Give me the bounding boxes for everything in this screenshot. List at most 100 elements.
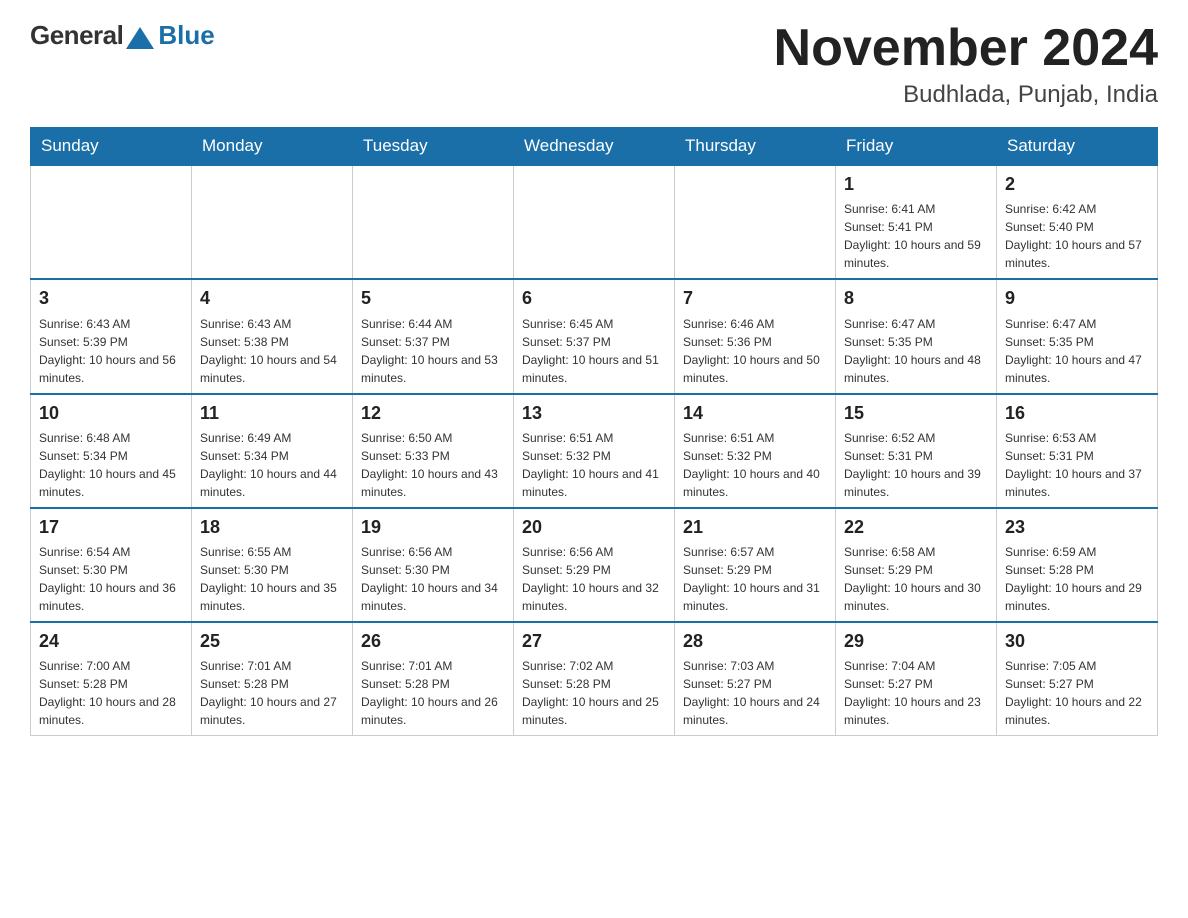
day-info: Sunrise: 6:51 AM Sunset: 5:32 PM Dayligh… xyxy=(683,429,827,501)
calendar-day-cell: 3 Sunrise: 6:43 AM Sunset: 5:39 PM Daylig… xyxy=(31,279,192,393)
day-number: 12 xyxy=(361,401,505,426)
calendar-table: SundayMondayTuesdayWednesdayThursdayFrid… xyxy=(30,127,1158,736)
day-number: 8 xyxy=(844,286,988,311)
calendar-day-cell: 27 Sunrise: 7:02 AM Sunset: 5:28 PM Dayli… xyxy=(514,622,675,736)
calendar-day-cell: 8 Sunrise: 6:47 AM Sunset: 5:35 PM Daylig… xyxy=(836,279,997,393)
calendar-day-header: Friday xyxy=(836,128,997,166)
calendar-day-cell: 20Sunrise: 6:56 AM Sunset: 5:29 PM Dayli… xyxy=(514,508,675,622)
calendar-day-cell xyxy=(514,165,675,279)
calendar-day-cell: 16 Sunrise: 6:53 AM Sunset: 5:31 PM Dayli… xyxy=(997,394,1158,508)
day-number: 4 xyxy=(200,286,344,311)
calendar-header-row: SundayMondayTuesdayWednesdayThursdayFrid… xyxy=(31,128,1158,166)
day-number: 7 xyxy=(683,286,827,311)
calendar-day-header: Saturday xyxy=(997,128,1158,166)
calendar-day-cell: 11 Sunrise: 6:49 AM Sunset: 5:34 PM Dayli… xyxy=(192,394,353,508)
calendar-day-cell: 25Sunrise: 7:01 AM Sunset: 5:28 PM Dayli… xyxy=(192,622,353,736)
calendar-day-cell: 6Sunrise: 6:45 AM Sunset: 5:37 PM Daylig… xyxy=(514,279,675,393)
day-info: Sunrise: 6:51 AM Sunset: 5:32 PM Dayligh… xyxy=(522,429,666,501)
calendar-day-cell: 9 Sunrise: 6:47 AM Sunset: 5:35 PM Daylig… xyxy=(997,279,1158,393)
day-number: 27 xyxy=(522,629,666,654)
day-number: 22 xyxy=(844,515,988,540)
day-number: 30 xyxy=(1005,629,1149,654)
logo-triangle-icon xyxy=(126,27,154,49)
logo: General Blue xyxy=(30,20,215,51)
calendar-day-cell: 12 Sunrise: 6:50 AM Sunset: 5:33 PM Dayli… xyxy=(353,394,514,508)
day-number: 29 xyxy=(844,629,988,654)
title-area: November 2024 Budhlada, Punjab, India xyxy=(774,20,1158,109)
day-info: Sunrise: 6:42 AM Sunset: 5:40 PM Dayligh… xyxy=(1005,200,1149,272)
day-info: Sunrise: 7:01 AM Sunset: 5:28 PM Dayligh… xyxy=(361,657,505,729)
calendar-day-cell: 7 Sunrise: 6:46 AM Sunset: 5:36 PM Daylig… xyxy=(675,279,836,393)
day-number: 25 xyxy=(200,629,344,654)
day-number: 17 xyxy=(39,515,183,540)
day-number: 5 xyxy=(361,286,505,311)
day-info: Sunrise: 6:58 AM Sunset: 5:29 PM Dayligh… xyxy=(844,543,988,615)
calendar-day-cell: 1Sunrise: 6:41 AM Sunset: 5:41 PM Daylig… xyxy=(836,165,997,279)
day-info: Sunrise: 6:47 AM Sunset: 5:35 PM Dayligh… xyxy=(844,315,988,387)
day-info: Sunrise: 6:53 AM Sunset: 5:31 PM Dayligh… xyxy=(1005,429,1149,501)
day-info: Sunrise: 7:02 AM Sunset: 5:28 PM Dayligh… xyxy=(522,657,666,729)
day-info: Sunrise: 6:43 AM Sunset: 5:39 PM Dayligh… xyxy=(39,315,183,387)
calendar-day-cell: 22 Sunrise: 6:58 AM Sunset: 5:29 PM Dayli… xyxy=(836,508,997,622)
day-info: Sunrise: 6:54 AM Sunset: 5:30 PM Dayligh… xyxy=(39,543,183,615)
day-info: Sunrise: 6:55 AM Sunset: 5:30 PM Dayligh… xyxy=(200,543,344,615)
day-info: Sunrise: 6:41 AM Sunset: 5:41 PM Dayligh… xyxy=(844,200,988,272)
day-number: 10 xyxy=(39,401,183,426)
calendar-day-cell: 24 Sunrise: 7:00 AM Sunset: 5:28 PM Dayli… xyxy=(31,622,192,736)
calendar-week-row: 10Sunrise: 6:48 AM Sunset: 5:34 PM Dayli… xyxy=(31,394,1158,508)
calendar-day-cell: 18 Sunrise: 6:55 AM Sunset: 5:30 PM Dayli… xyxy=(192,508,353,622)
calendar-day-header: Tuesday xyxy=(353,128,514,166)
day-number: 19 xyxy=(361,515,505,540)
calendar-day-cell: 17 Sunrise: 6:54 AM Sunset: 5:30 PM Dayli… xyxy=(31,508,192,622)
calendar-week-row: 3 Sunrise: 6:43 AM Sunset: 5:39 PM Daylig… xyxy=(31,279,1158,393)
day-info: Sunrise: 6:44 AM Sunset: 5:37 PM Dayligh… xyxy=(361,315,505,387)
calendar-day-cell: 28Sunrise: 7:03 AM Sunset: 5:27 PM Dayli… xyxy=(675,622,836,736)
page-header: General Blue November 2024 Budhlada, Pun… xyxy=(30,20,1158,109)
calendar-day-cell: 23 Sunrise: 6:59 AM Sunset: 5:28 PM Dayli… xyxy=(997,508,1158,622)
calendar-week-row: 17 Sunrise: 6:54 AM Sunset: 5:30 PM Dayli… xyxy=(31,508,1158,622)
day-info: Sunrise: 7:05 AM Sunset: 5:27 PM Dayligh… xyxy=(1005,657,1149,729)
day-info: Sunrise: 6:56 AM Sunset: 5:30 PM Dayligh… xyxy=(361,543,505,615)
day-info: Sunrise: 6:59 AM Sunset: 5:28 PM Dayligh… xyxy=(1005,543,1149,615)
day-number: 2 xyxy=(1005,172,1149,197)
logo-general-text: General xyxy=(30,20,123,51)
location-subtitle: Budhlada, Punjab, India xyxy=(774,81,1158,109)
day-number: 3 xyxy=(39,286,183,311)
calendar-day-cell: 30 Sunrise: 7:05 AM Sunset: 5:27 PM Dayli… xyxy=(997,622,1158,736)
day-info: Sunrise: 7:04 AM Sunset: 5:27 PM Dayligh… xyxy=(844,657,988,729)
calendar-day-cell: 29 Sunrise: 7:04 AM Sunset: 5:27 PM Dayli… xyxy=(836,622,997,736)
day-info: Sunrise: 7:00 AM Sunset: 5:28 PM Dayligh… xyxy=(39,657,183,729)
day-number: 24 xyxy=(39,629,183,654)
calendar-day-cell: 21Sunrise: 6:57 AM Sunset: 5:29 PM Dayli… xyxy=(675,508,836,622)
calendar-day-cell: 2 Sunrise: 6:42 AM Sunset: 5:40 PM Daylig… xyxy=(997,165,1158,279)
calendar-day-cell xyxy=(675,165,836,279)
day-number: 14 xyxy=(683,401,827,426)
calendar-day-cell: 19 Sunrise: 6:56 AM Sunset: 5:30 PM Dayli… xyxy=(353,508,514,622)
calendar-day-cell: 5 Sunrise: 6:44 AM Sunset: 5:37 PM Daylig… xyxy=(353,279,514,393)
calendar-day-cell: 10Sunrise: 6:48 AM Sunset: 5:34 PM Dayli… xyxy=(31,394,192,508)
day-info: Sunrise: 6:47 AM Sunset: 5:35 PM Dayligh… xyxy=(1005,315,1149,387)
calendar-day-cell: 4 Sunrise: 6:43 AM Sunset: 5:38 PM Daylig… xyxy=(192,279,353,393)
calendar-day-cell xyxy=(31,165,192,279)
day-number: 23 xyxy=(1005,515,1149,540)
day-number: 16 xyxy=(1005,401,1149,426)
day-number: 26 xyxy=(361,629,505,654)
calendar-day-header: Thursday xyxy=(675,128,836,166)
day-number: 20 xyxy=(522,515,666,540)
day-number: 11 xyxy=(200,401,344,426)
day-info: Sunrise: 6:45 AM Sunset: 5:37 PM Dayligh… xyxy=(522,315,666,387)
day-number: 9 xyxy=(1005,286,1149,311)
day-number: 15 xyxy=(844,401,988,426)
calendar-week-row: 24 Sunrise: 7:00 AM Sunset: 5:28 PM Dayli… xyxy=(31,622,1158,736)
calendar-day-header: Monday xyxy=(192,128,353,166)
day-info: Sunrise: 6:52 AM Sunset: 5:31 PM Dayligh… xyxy=(844,429,988,501)
day-number: 21 xyxy=(683,515,827,540)
calendar-day-header: Sunday xyxy=(31,128,192,166)
day-info: Sunrise: 7:03 AM Sunset: 5:27 PM Dayligh… xyxy=(683,657,827,729)
day-info: Sunrise: 6:50 AM Sunset: 5:33 PM Dayligh… xyxy=(361,429,505,501)
day-number: 18 xyxy=(200,515,344,540)
day-info: Sunrise: 6:49 AM Sunset: 5:34 PM Dayligh… xyxy=(200,429,344,501)
day-info: Sunrise: 6:43 AM Sunset: 5:38 PM Dayligh… xyxy=(200,315,344,387)
calendar-day-cell: 15 Sunrise: 6:52 AM Sunset: 5:31 PM Dayli… xyxy=(836,394,997,508)
day-info: Sunrise: 6:46 AM Sunset: 5:36 PM Dayligh… xyxy=(683,315,827,387)
